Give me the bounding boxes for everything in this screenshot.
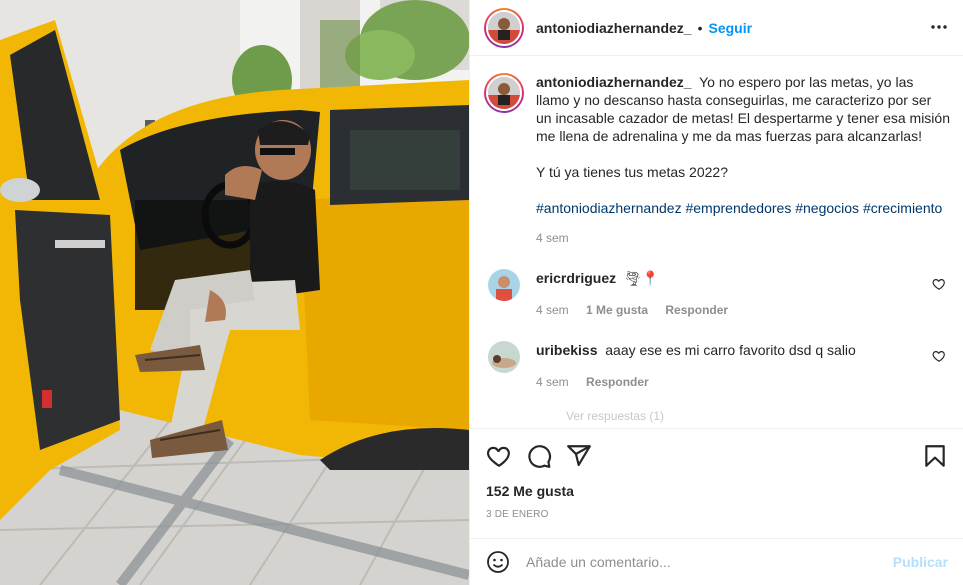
heart-icon[interactable] [486,443,512,469]
comment-item: ericrdriguez 🌪📍 4 sem 1 Me gusta Respond… [484,269,950,319]
bookmark-icon[interactable] [922,443,948,469]
hashtag-link[interactable]: #emprendedores [685,200,791,216]
hashtag-link[interactable]: #negocios [795,200,859,216]
comments-list[interactable]: antoniodiazhernandez_ Yo no espero por l… [470,57,963,427]
author-avatar[interactable] [484,7,524,48]
post-image [0,0,469,585]
publish-button[interactable]: Publicar [893,554,948,570]
avatar-image [488,11,520,44]
caption-paragraph-2: Y tú ya tienes tus metas 2022? [536,164,728,180]
caption-time: 4 sem [536,231,569,245]
comment-meta: 4 sem 1 Me gusta Responder [536,301,936,319]
comment-username[interactable]: ericrdriguez [536,270,616,286]
comment-body: uribekiss aaay ese es mi carro favorito … [536,341,936,391]
caption-hashtags: #antoniodiazhernandez #emprendedores #ne… [536,199,950,217]
caption-avatar[interactable] [484,73,524,113]
caption-paragraph-1: antoniodiazhernandez_ Yo no espero por l… [536,73,950,145]
comment-heart-icon[interactable] [932,277,946,291]
comment-item: uribekiss aaay ese es mi carro favorito … [484,341,950,391]
caption-username[interactable]: antoniodiazhernandez_ [536,74,692,90]
comment-icon[interactable] [526,443,552,469]
more-options-icon[interactable] [928,16,950,38]
author-username[interactable]: antoniodiazhernandez_ [536,20,692,36]
post-photo[interactable] [0,0,469,585]
caption: antoniodiazhernandez_ Yo no espero por l… [484,73,950,247]
likes-count[interactable]: 152 Me gusta [486,483,574,499]
add-comment-bar: Publicar [470,538,963,585]
avatar-image [488,341,520,373]
share-icon[interactable] [566,443,592,469]
comment-text: aaay ese es mi carro favorito dsd q sali… [605,342,856,358]
avatar-image [488,269,520,301]
comment-body: ericrdriguez 🌪📍 4 sem 1 Me gusta Respond… [536,269,936,319]
commenter-avatar[interactable] [488,269,520,301]
reply-button[interactable]: Responder [586,375,649,389]
post-details-panel: antoniodiazhernandez_ • Seguir antoniodi… [469,0,963,585]
comment-username[interactable]: uribekiss [536,342,597,358]
follow-button[interactable]: Seguir [708,20,752,36]
hashtag-link[interactable]: #antoniodiazhernandez [536,200,682,216]
comment-likes[interactable]: 1 Me gusta [586,303,648,317]
comment-meta: 4 sem Responder [536,373,936,391]
comment-text: 🌪📍 [623,270,660,286]
post-header: antoniodiazhernandez_ • Seguir [470,0,963,56]
commenter-avatar[interactable] [488,341,520,373]
comment-time: 4 sem [536,375,569,389]
hashtag-link[interactable]: #crecimiento [863,200,942,216]
separator-dot: • [697,19,703,36]
comment-input[interactable] [526,554,893,570]
comment-heart-icon[interactable] [932,349,946,363]
action-bar [470,428,963,480]
emoji-icon[interactable] [486,550,510,574]
avatar-image [488,77,520,109]
view-replies-link[interactable]: Ver respuestas (1) [566,409,950,423]
reply-button[interactable]: Responder [665,303,728,317]
comment-time: 4 sem [536,303,569,317]
post-date: 3 DE ENERO [486,509,549,520]
caption-body: antoniodiazhernandez_ Yo no espero por l… [536,73,950,247]
